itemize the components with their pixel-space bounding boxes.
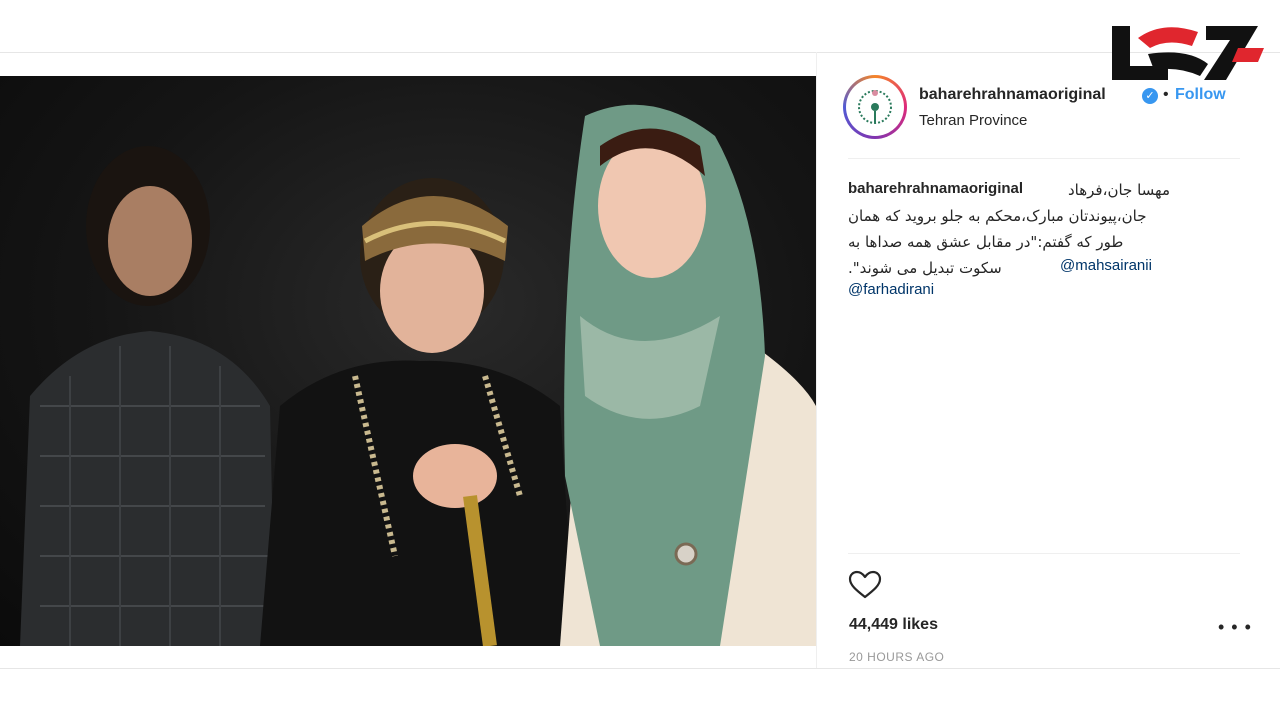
likes-count[interactable]: 44,449 likes — [849, 616, 938, 634]
caption-username[interactable]: baharehrahnamaoriginal — [848, 180, 1023, 197]
post-photo[interactable] — [0, 76, 816, 646]
bottom-divider — [0, 668, 1280, 669]
caption-line-2: جان،پیوندتان مبارک،محکم به جلو بروید که … — [848, 207, 1147, 225]
caption-line-3: طور که گفتم:"در مقابل عشق همه صداها به — [848, 233, 1124, 251]
photo-illustration — [20, 104, 816, 646]
more-options-icon[interactable]: • • • — [1218, 618, 1252, 636]
avatar-logo — [853, 85, 897, 129]
post-timestamp[interactable]: 20 HOURS AGO — [849, 650, 944, 664]
caption-line-1: مهسا جان،فرهاد — [1068, 181, 1170, 199]
profile-avatar[interactable] — [843, 75, 907, 139]
post-location[interactable]: Tehran Province — [919, 112, 1027, 129]
caption-line-4: سکوت تبدیل می شوند". — [848, 259, 1002, 277]
verified-badge-icon: ✓ — [1142, 88, 1158, 104]
actions-divider — [848, 553, 1240, 554]
mention-link-mahsairanii[interactable]: @mahsairanii — [1060, 257, 1152, 274]
post-username[interactable]: baharehrahnamaoriginal — [919, 86, 1106, 104]
heart-outline-icon[interactable] — [848, 570, 882, 605]
mention-link-farhadirani[interactable]: @farhadirani — [848, 281, 934, 298]
panel-divider — [816, 52, 817, 668]
site-logo-watermark — [1108, 18, 1268, 89]
header-divider — [848, 158, 1240, 159]
top-divider — [0, 52, 1280, 53]
